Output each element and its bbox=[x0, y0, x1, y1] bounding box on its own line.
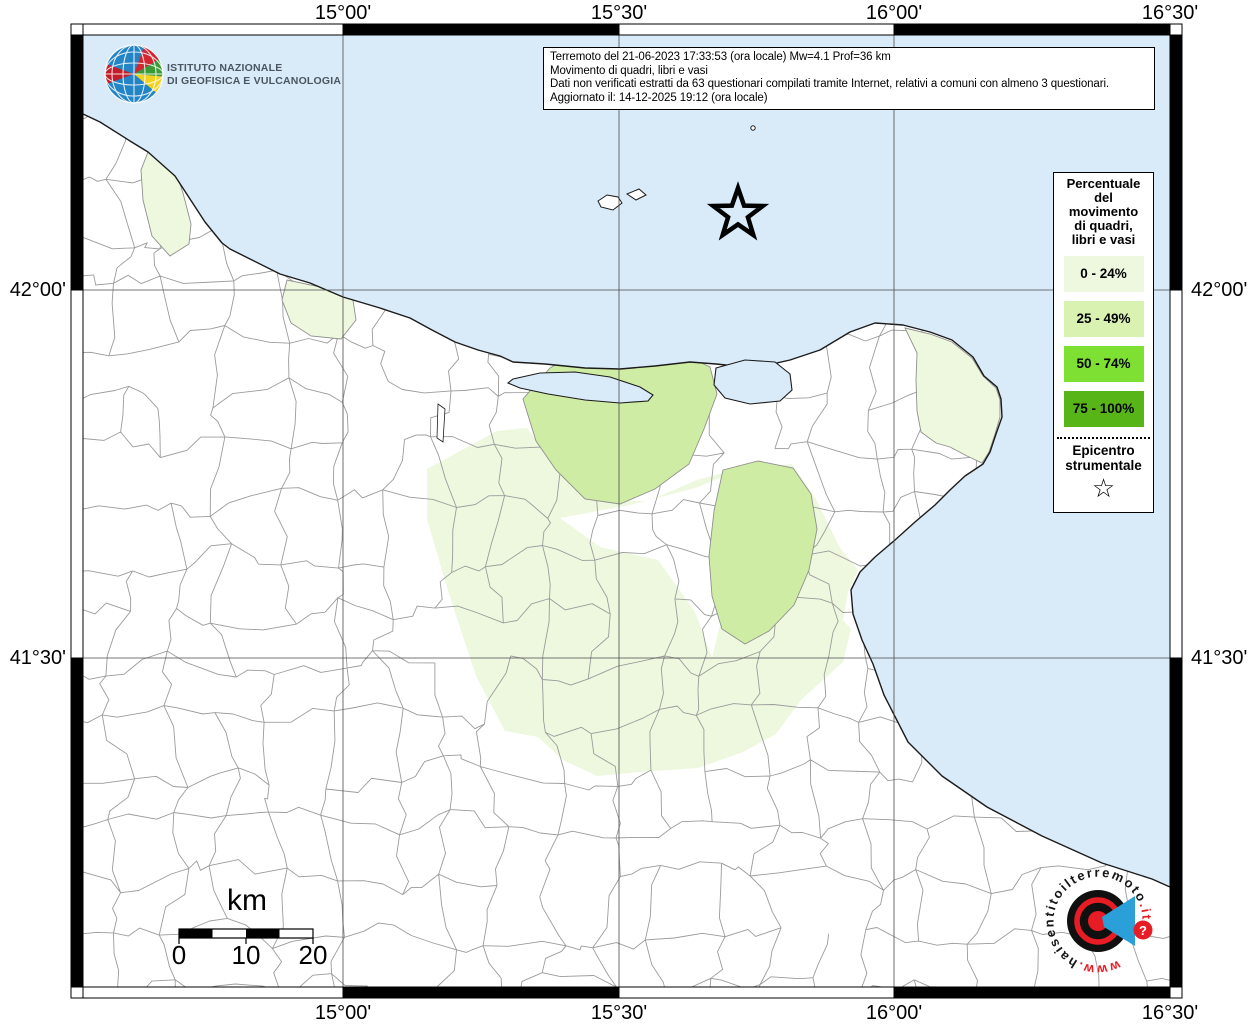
axis-label-right-lat2: 41°30' bbox=[1191, 647, 1248, 669]
scale-tick-0: 0 bbox=[171, 940, 187, 970]
axis-label-top-lon2: 15°30' bbox=[590, 2, 648, 24]
legend-class-swatch-50-74: 50 - 74% bbox=[1063, 346, 1144, 382]
axis-label-left-lat1: 42°00' bbox=[9, 279, 66, 301]
legend-panel: Percentuale del movimento di quadri, lib… bbox=[1053, 172, 1154, 513]
legend-title-line: libri e vasi bbox=[1071, 232, 1136, 247]
axis-label-bottom-lon1: 15°00' bbox=[314, 1002, 372, 1024]
epicenter-label-line: strumentale bbox=[1065, 458, 1142, 473]
legend-title-line: di quadri, bbox=[1074, 218, 1133, 233]
axis-label-bottom-lon2: 15°30' bbox=[590, 1002, 648, 1024]
ingv-wordmark: ISTITUTO NAZIONALE DI GEOFISICA E VULCAN… bbox=[167, 62, 341, 87]
axis-label-top-lon4: 16°30' bbox=[1141, 2, 1199, 24]
legend-divider bbox=[1057, 437, 1150, 439]
ingv-line-2: DI GEOFISICA E VULCANOLOGIA bbox=[167, 74, 342, 87]
ingv-line-1: ISTITUTO NAZIONALE bbox=[167, 62, 283, 74]
axis-label-right-lat1: 42°00' bbox=[1191, 279, 1248, 301]
legend-class-swatch-0-24: 0 - 24% bbox=[1063, 256, 1144, 292]
legend-title-line: del bbox=[1094, 190, 1113, 205]
event-info-box: Terremoto del 21-06-2023 17:33:53 (ora l… bbox=[543, 47, 1155, 111]
scale-bar-unit: km bbox=[227, 884, 267, 917]
event-info-line-4: Aggiornato il: 14-12-2025 19:12 (ora loc… bbox=[550, 91, 768, 104]
scale-tick-10: 10 bbox=[231, 940, 261, 970]
axis-label-top-lon1: 15°00' bbox=[314, 2, 372, 24]
legend-title-line: movimento bbox=[1068, 204, 1139, 219]
island-pianosa bbox=[750, 125, 756, 131]
map-report-page: www.haisentitoilterremoto.it ? 15°00' 15… bbox=[0, 0, 1256, 1024]
legend-class-swatch-25-49: 25 - 49% bbox=[1063, 301, 1144, 337]
epicenter-legend-star-icon: ☆ bbox=[1091, 474, 1116, 504]
question-mark-icon: ? bbox=[1139, 923, 1147, 938]
scale-tick-20: 20 bbox=[298, 940, 328, 970]
event-info-line-3: Dati non verificati estratti da 63 quest… bbox=[550, 78, 1110, 91]
legend-class-swatch-75-100: 75 - 100% bbox=[1063, 391, 1144, 427]
epicenter-label-line: Epicentro bbox=[1072, 443, 1135, 458]
event-info-line-2: Movimento di quadri, libri e vasi bbox=[550, 64, 708, 77]
axis-label-top-lon3: 16°00' bbox=[865, 2, 923, 24]
lake-varano bbox=[713, 359, 793, 405]
axis-label-bottom-lon4: 16°30' bbox=[1141, 1002, 1199, 1024]
event-info-line-1: Terremoto del 21-06-2023 17:33:53 (ora l… bbox=[550, 51, 891, 63]
axis-label-bottom-lon3: 16°00' bbox=[865, 1002, 923, 1024]
ingv-globe-icon bbox=[104, 44, 164, 104]
axis-label-left-lat2: 41°30' bbox=[9, 647, 66, 669]
legend-title-line: Percentuale bbox=[1066, 176, 1141, 191]
